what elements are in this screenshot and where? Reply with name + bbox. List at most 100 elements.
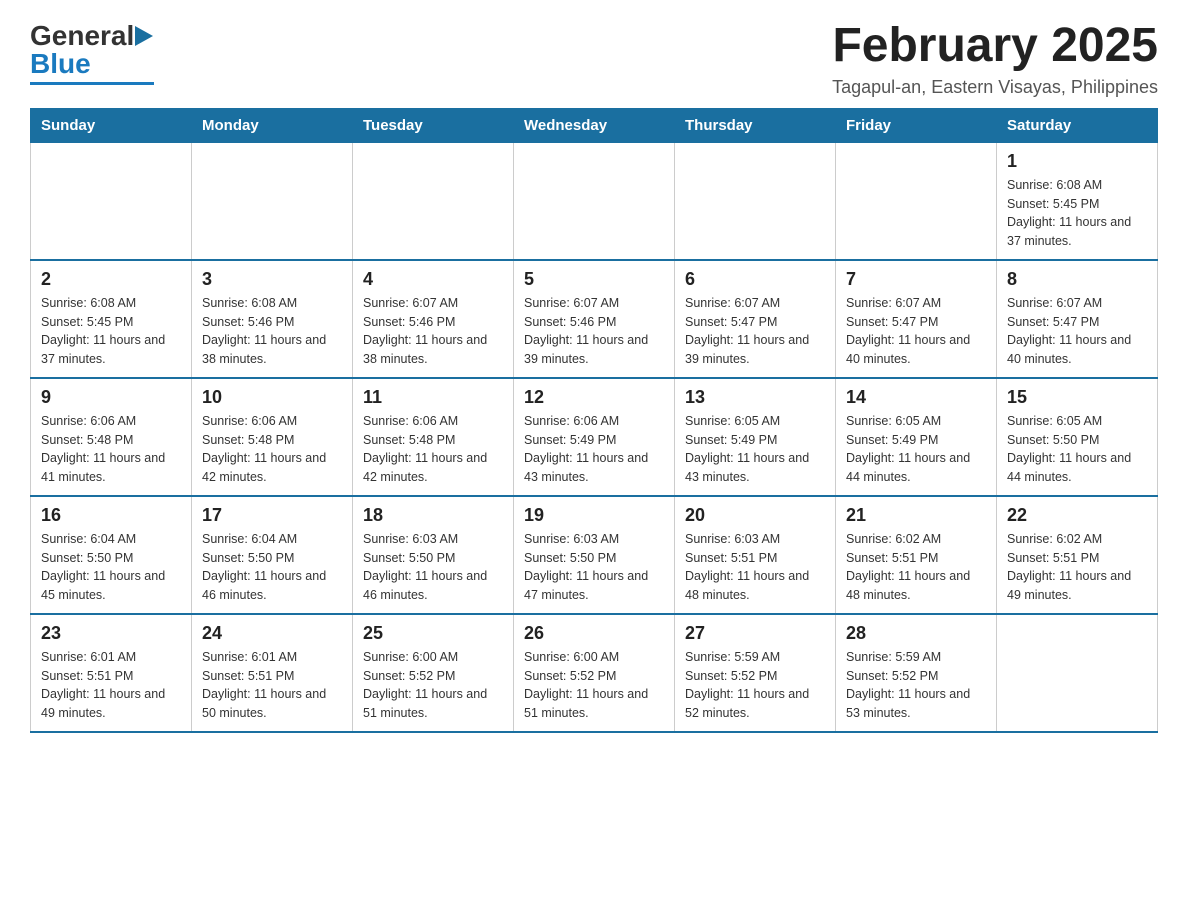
calendar-cell: 13 Sunrise: 6:05 AM Sunset: 5:49 PM Dayli… [675, 378, 836, 496]
calendar-cell: 14 Sunrise: 6:05 AM Sunset: 5:49 PM Dayli… [836, 378, 997, 496]
week-row-2: 2Sunrise: 6:08 AM Sunset: 5:45 PM Daylig… [31, 260, 1158, 378]
location-subtitle: Tagapul-an, Eastern Visayas, Philippines [832, 77, 1158, 98]
calendar-cell: 6 Sunrise: 6:07 AM Sunset: 5:47 PM Daylig… [675, 260, 836, 378]
logo-blue-text: Blue [30, 48, 91, 80]
day-of-week-tuesday: Tuesday [353, 108, 514, 142]
calendar-cell: 2Sunrise: 6:08 AM Sunset: 5:45 PM Daylig… [31, 260, 192, 378]
day-number: 14 [846, 387, 986, 408]
calendar-cell: 8 Sunrise: 6:07 AM Sunset: 5:47 PM Daylig… [997, 260, 1158, 378]
week-row-4: 16 Sunrise: 6:04 AM Sunset: 5:50 PM Dayli… [31, 496, 1158, 614]
day-number: 7 [846, 269, 986, 290]
calendar-cell [675, 142, 836, 260]
calendar-cell: 25 Sunrise: 6:00 AM Sunset: 5:52 PM Dayli… [353, 614, 514, 732]
day-number: 12 [524, 387, 664, 408]
week-row-3: 9Sunrise: 6:06 AM Sunset: 5:48 PM Daylig… [31, 378, 1158, 496]
day-number: 27 [685, 623, 825, 644]
day-number: 13 [685, 387, 825, 408]
day-info: Sunrise: 6:08 AM Sunset: 5:46 PM Dayligh… [202, 294, 342, 369]
day-number: 3 [202, 269, 342, 290]
day-info: Sunrise: 6:06 AM Sunset: 5:48 PM Dayligh… [363, 412, 503, 487]
day-number: 11 [363, 387, 503, 408]
day-number: 6 [685, 269, 825, 290]
day-info: Sunrise: 6:04 AM Sunset: 5:50 PM Dayligh… [41, 530, 181, 605]
day-info: Sunrise: 6:01 AM Sunset: 5:51 PM Dayligh… [41, 648, 181, 723]
week-row-5: 23 Sunrise: 6:01 AM Sunset: 5:51 PM Dayli… [31, 614, 1158, 732]
calendar-table: SundayMondayTuesdayWednesdayThursdayFrid… [30, 108, 1158, 733]
calendar-cell: 17Sunrise: 6:04 AM Sunset: 5:50 PM Dayli… [192, 496, 353, 614]
day-info: Sunrise: 6:07 AM Sunset: 5:46 PM Dayligh… [363, 294, 503, 369]
week-row-1: 1 Sunrise: 6:08 AM Sunset: 5:45 PM Daylig… [31, 142, 1158, 260]
calendar-cell: 24 Sunrise: 6:01 AM Sunset: 5:51 PM Dayli… [192, 614, 353, 732]
day-number: 21 [846, 505, 986, 526]
calendar-cell [192, 142, 353, 260]
day-number: 16 [41, 505, 181, 526]
calendar-cell: 20 Sunrise: 6:03 AM Sunset: 5:51 PM Dayli… [675, 496, 836, 614]
day-info: Sunrise: 6:02 AM Sunset: 5:51 PM Dayligh… [1007, 530, 1147, 605]
day-info: Sunrise: 6:06 AM Sunset: 5:48 PM Dayligh… [41, 412, 181, 487]
days-of-week-row: SundayMondayTuesdayWednesdayThursdayFrid… [31, 108, 1158, 142]
day-info: Sunrise: 6:05 AM Sunset: 5:49 PM Dayligh… [846, 412, 986, 487]
calendar-cell [353, 142, 514, 260]
calendar-cell: 1 Sunrise: 6:08 AM Sunset: 5:45 PM Daylig… [997, 142, 1158, 260]
calendar-cell: 7Sunrise: 6:07 AM Sunset: 5:47 PM Daylig… [836, 260, 997, 378]
day-info: Sunrise: 6:07 AM Sunset: 5:46 PM Dayligh… [524, 294, 664, 369]
day-number: 20 [685, 505, 825, 526]
day-info: Sunrise: 6:01 AM Sunset: 5:51 PM Dayligh… [202, 648, 342, 723]
calendar-cell [514, 142, 675, 260]
day-info: Sunrise: 6:03 AM Sunset: 5:50 PM Dayligh… [363, 530, 503, 605]
month-title: February 2025 [832, 20, 1158, 73]
day-number: 4 [363, 269, 503, 290]
day-number: 22 [1007, 505, 1147, 526]
calendar-header: SundayMondayTuesdayWednesdayThursdayFrid… [31, 108, 1158, 142]
calendar-cell: 3 Sunrise: 6:08 AM Sunset: 5:46 PM Daylig… [192, 260, 353, 378]
logo-underline [30, 82, 154, 85]
day-of-week-thursday: Thursday [675, 108, 836, 142]
calendar-cell: 21 Sunrise: 6:02 AM Sunset: 5:51 PM Dayli… [836, 496, 997, 614]
calendar-cell: 16 Sunrise: 6:04 AM Sunset: 5:50 PM Dayli… [31, 496, 192, 614]
day-of-week-wednesday: Wednesday [514, 108, 675, 142]
day-number: 23 [41, 623, 181, 644]
day-info: Sunrise: 6:00 AM Sunset: 5:52 PM Dayligh… [524, 648, 664, 723]
calendar-cell: 18 Sunrise: 6:03 AM Sunset: 5:50 PM Dayli… [353, 496, 514, 614]
calendar-cell: 4 Sunrise: 6:07 AM Sunset: 5:46 PM Daylig… [353, 260, 514, 378]
calendar-cell: 28Sunrise: 5:59 AM Sunset: 5:52 PM Dayli… [836, 614, 997, 732]
calendar-cell [31, 142, 192, 260]
calendar-cell [997, 614, 1158, 732]
day-info: Sunrise: 6:05 AM Sunset: 5:49 PM Dayligh… [685, 412, 825, 487]
day-info: Sunrise: 6:03 AM Sunset: 5:51 PM Dayligh… [685, 530, 825, 605]
day-number: 15 [1007, 387, 1147, 408]
calendar-body: 1 Sunrise: 6:08 AM Sunset: 5:45 PM Daylig… [31, 142, 1158, 732]
calendar-cell: 5 Sunrise: 6:07 AM Sunset: 5:46 PM Daylig… [514, 260, 675, 378]
day-number: 5 [524, 269, 664, 290]
calendar-cell [836, 142, 997, 260]
day-number: 19 [524, 505, 664, 526]
calendar-cell: 15Sunrise: 6:05 AM Sunset: 5:50 PM Dayli… [997, 378, 1158, 496]
logo: General Blue [30, 20, 154, 85]
day-of-week-sunday: Sunday [31, 108, 192, 142]
day-number: 18 [363, 505, 503, 526]
day-info: Sunrise: 6:06 AM Sunset: 5:49 PM Dayligh… [524, 412, 664, 487]
day-of-week-saturday: Saturday [997, 108, 1158, 142]
calendar-cell: 11 Sunrise: 6:06 AM Sunset: 5:48 PM Dayli… [353, 378, 514, 496]
day-number: 1 [1007, 151, 1147, 172]
day-info: Sunrise: 6:07 AM Sunset: 5:47 PM Dayligh… [1007, 294, 1147, 369]
day-number: 24 [202, 623, 342, 644]
day-info: Sunrise: 5:59 AM Sunset: 5:52 PM Dayligh… [685, 648, 825, 723]
day-of-week-monday: Monday [192, 108, 353, 142]
logo-arrow-icon [135, 26, 153, 46]
day-number: 2 [41, 269, 181, 290]
calendar-cell: 27 Sunrise: 5:59 AM Sunset: 5:52 PM Dayli… [675, 614, 836, 732]
calendar-cell: 23 Sunrise: 6:01 AM Sunset: 5:51 PM Dayli… [31, 614, 192, 732]
page-header: General Blue February 2025 Tagapul-an, E… [30, 20, 1158, 98]
day-number: 17 [202, 505, 342, 526]
day-info: Sunrise: 6:07 AM Sunset: 5:47 PM Dayligh… [685, 294, 825, 369]
calendar-cell: 22 Sunrise: 6:02 AM Sunset: 5:51 PM Dayli… [997, 496, 1158, 614]
day-info: Sunrise: 5:59 AM Sunset: 5:52 PM Dayligh… [846, 648, 986, 723]
day-info: Sunrise: 6:08 AM Sunset: 5:45 PM Dayligh… [1007, 176, 1147, 251]
day-number: 26 [524, 623, 664, 644]
day-info: Sunrise: 6:02 AM Sunset: 5:51 PM Dayligh… [846, 530, 986, 605]
day-info: Sunrise: 6:00 AM Sunset: 5:52 PM Dayligh… [363, 648, 503, 723]
title-area: February 2025 Tagapul-an, Eastern Visaya… [832, 20, 1158, 98]
day-number: 8 [1007, 269, 1147, 290]
day-number: 25 [363, 623, 503, 644]
